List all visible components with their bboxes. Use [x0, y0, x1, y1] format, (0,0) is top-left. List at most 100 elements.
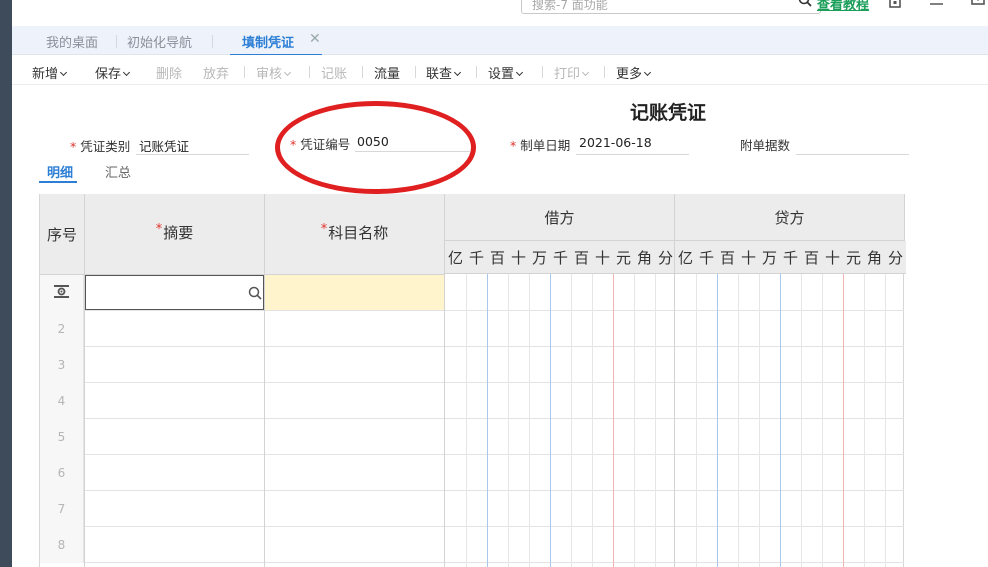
- task-list-icon[interactable]: [928, 0, 944, 8]
- settings-button[interactable]: 设置: [488, 63, 524, 82]
- debit-unit-header: 百: [571, 241, 592, 274]
- page-tabs-bar: 我的桌面 初始化导航 填制凭证 ✕: [12, 26, 988, 56]
- header-debit: 借方: [445, 194, 675, 241]
- row-number: 6: [40, 455, 84, 491]
- table-row[interactable]: 3: [40, 347, 904, 383]
- add-button[interactable]: 新增: [32, 63, 68, 82]
- credit-unit-header: 百: [717, 241, 738, 274]
- chevron-down-icon: [453, 68, 462, 77]
- toolbar-divider: [415, 66, 416, 78]
- lock-icon[interactable]: [887, 0, 903, 8]
- voucher-type-label-text: 凭证类别: [80, 139, 131, 154]
- table-row[interactable]: 8: [40, 527, 904, 563]
- header-subject-label: 科目名称: [328, 224, 389, 242]
- amount-digit-divider: [613, 274, 614, 567]
- tab-fill-voucher[interactable]: 填制凭证: [229, 32, 323, 56]
- voucher-type-field[interactable]: 记账凭证: [139, 136, 189, 155]
- tab-my-desktop[interactable]: 我的桌面: [46, 32, 98, 54]
- credit-unit-header: 万: [759, 241, 780, 274]
- header-summary-label: 摘要: [163, 224, 194, 242]
- table-row[interactable]: 4: [40, 383, 904, 419]
- global-search-input[interactable]: 搜索-7 面功能: [521, 0, 821, 14]
- amount-digit-divider: [592, 274, 593, 567]
- field-underline: [576, 154, 689, 155]
- amount-digit-divider: [508, 274, 509, 567]
- delete-button[interactable]: 删除: [156, 63, 182, 82]
- tab-divider: [116, 35, 117, 48]
- search-icon[interactable]: [248, 286, 263, 301]
- table-row[interactable]: 7: [40, 491, 904, 527]
- credit-unit-header: 亿: [675, 241, 696, 274]
- more-button-label: 更多: [616, 67, 643, 82]
- add-button-label: 新增: [32, 67, 59, 82]
- field-underline: [136, 154, 249, 155]
- debit-unit-header: 千: [466, 241, 487, 274]
- required-mark: *: [510, 138, 517, 153]
- column-divider: [264, 194, 265, 567]
- debit-unit-header: 亿: [445, 241, 466, 274]
- amount-digit-divider: [864, 274, 865, 567]
- table-row[interactable]: 5: [40, 419, 904, 455]
- save-button[interactable]: 保存: [95, 63, 131, 82]
- search-icon[interactable]: [798, 0, 812, 7]
- more-button[interactable]: 更多: [616, 63, 652, 82]
- save-button-label: 保存: [95, 67, 122, 82]
- date-field[interactable]: 2021-06-18: [579, 135, 652, 150]
- tab-summary[interactable]: 汇总: [105, 162, 131, 181]
- debit-unit-header: 十: [508, 241, 529, 274]
- audit-button[interactable]: 审核: [256, 63, 292, 82]
- row-number: 4: [40, 383, 84, 419]
- discard-button[interactable]: 放弃: [203, 63, 229, 82]
- header-credit: 贷方: [675, 194, 905, 241]
- debit-unit-header: 十: [592, 241, 613, 274]
- toolbar-divider: [476, 66, 477, 78]
- header-debit-label: 借方: [544, 208, 575, 227]
- debit-unit-header: 元: [613, 241, 634, 274]
- row-number: 2: [40, 311, 84, 347]
- amount-digit-divider: [634, 274, 635, 567]
- amount-digit-divider: [487, 274, 488, 567]
- date-label: * 制单日期: [510, 135, 570, 154]
- credit-unit-header: 十: [822, 241, 843, 274]
- toolbar: 新增 保存 删除 放弃 审核 记账 流量 联查 设置 打印 更多: [12, 55, 988, 85]
- close-tab-icon[interactable]: ✕: [309, 31, 321, 47]
- row-number: 5: [40, 419, 84, 455]
- link-query-button[interactable]: 联查: [426, 63, 462, 82]
- credit-unit-header: 角: [864, 241, 885, 274]
- toolbar-divider: [604, 66, 605, 78]
- summary-input[interactable]: [85, 275, 264, 310]
- table-row[interactable]: 2: [40, 311, 904, 347]
- chevron-down-icon: [643, 68, 652, 77]
- row-number: 8: [40, 527, 84, 563]
- credit-unit-header: 分: [885, 241, 906, 274]
- debit-unit-header: 百: [487, 241, 508, 274]
- gear-icon[interactable]: [53, 283, 70, 300]
- toolbar-divider: [362, 66, 363, 78]
- left-nav-strip: [0, 0, 12, 567]
- table-row[interactable]: 6: [40, 455, 904, 491]
- debit-unit-header: 千: [550, 241, 571, 274]
- required-mark: *: [155, 222, 163, 237]
- header-seq-label: 序号: [46, 225, 77, 244]
- amount-digit-divider: [466, 274, 467, 567]
- tab-init-guide[interactable]: 初始化导航: [127, 32, 192, 54]
- debit-unit-header: 角: [634, 241, 655, 274]
- amount-digit-divider: [696, 274, 697, 567]
- attachments-label: 附单据数: [740, 138, 791, 153]
- chevron-down-icon: [283, 68, 292, 77]
- tab-detail[interactable]: 明细: [47, 162, 73, 181]
- flow-button[interactable]: 流量: [374, 63, 400, 82]
- column-divider: [674, 194, 675, 567]
- amount-digit-divider: [780, 274, 781, 567]
- toolbar-divider: [542, 66, 543, 78]
- row-number: 3: [40, 347, 84, 383]
- subject-cell-active[interactable]: [265, 275, 444, 310]
- amount-digit-divider: [738, 274, 739, 567]
- post-button[interactable]: 记账: [321, 63, 347, 82]
- print-button[interactable]: 打印: [554, 63, 590, 82]
- credit-unit-header: 百: [801, 241, 822, 274]
- message-icon[interactable]: [970, 0, 986, 8]
- help-tutorial-link[interactable]: 查看教程: [817, 0, 869, 13]
- red-circle-annotation: [275, 101, 476, 194]
- amount-digit-divider: [717, 274, 718, 567]
